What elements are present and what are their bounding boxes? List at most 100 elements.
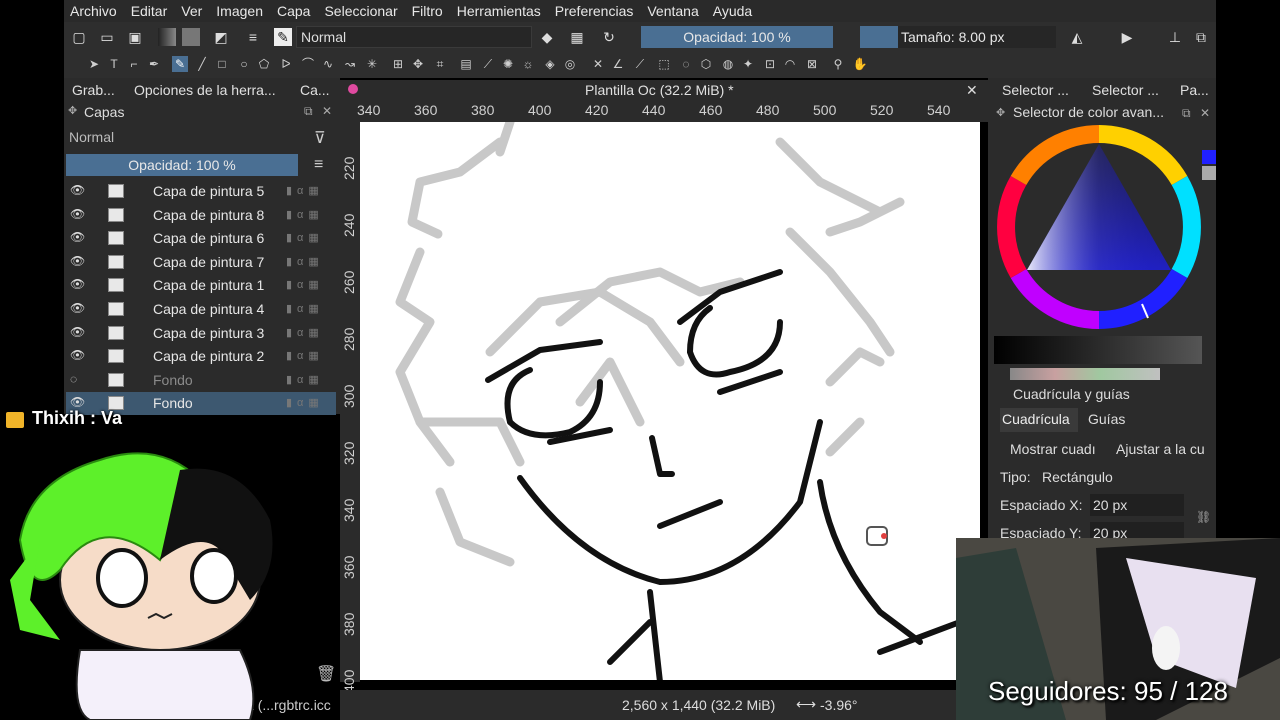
eye-hidden-icon[interactable]: ◌ xyxy=(70,372,77,386)
canvas-only-icon[interactable]: ⧉ xyxy=(1192,28,1210,46)
link-spacing-icon[interactable]: ⛓ xyxy=(1196,510,1211,524)
layer-menu-icon[interactable]: ≡ xyxy=(314,156,323,174)
dock-handle-icon[interactable]: ✥ xyxy=(68,104,77,117)
color-swap-icon[interactable]: ◩ xyxy=(212,28,230,46)
drawing-canvas[interactable] xyxy=(360,122,980,680)
layer-row[interactable]: 👁 Capa de pintura 7 ▮α▦ xyxy=(66,251,336,274)
menu-item-0[interactable]: Archivo xyxy=(70,3,117,19)
delete-layer-icon[interactable]: 🗑 xyxy=(316,664,336,684)
freehand-path-tool-icon[interactable]: ∿ xyxy=(320,56,336,72)
mirror-vertical-icon[interactable]: ▶ xyxy=(1118,28,1136,46)
polyline-tool-icon[interactable]: ᐅ xyxy=(278,56,294,72)
eraser-mode-icon[interactable]: ◆ xyxy=(538,28,556,46)
freehand-select-tool-icon[interactable]: ◍ xyxy=(720,56,736,72)
layer-row[interactable]: 👁 Capa de pintura 5 ▮α▦ xyxy=(66,180,336,203)
rectangle-tool-icon[interactable]: □ xyxy=(214,56,230,72)
dynamic-brush-tool-icon[interactable]: ↝ xyxy=(342,56,358,72)
menu-item-6[interactable]: Filtro xyxy=(412,3,443,19)
select-shapes-tool-icon[interactable]: ➤ xyxy=(86,56,102,72)
eye-icon[interactable]: 👁 xyxy=(70,277,85,291)
tab-guides[interactable]: Guías xyxy=(1088,411,1125,427)
layer-properties-icons[interactable]: ▮α▦ xyxy=(286,208,324,221)
layer-properties-icons[interactable]: ▮α▦ xyxy=(286,184,324,197)
layer-row[interactable]: 👁 Capa de pintura 1 ▮α▦ xyxy=(66,274,336,297)
contiguous-select-tool-icon[interactable]: ✦ xyxy=(740,56,756,72)
menu-item-2[interactable]: Ver xyxy=(181,3,202,19)
gradient-tool-icon[interactable]: ▤ xyxy=(458,56,474,72)
pan-tool-icon[interactable]: ✋ xyxy=(852,56,868,72)
recent-colors-bar[interactable] xyxy=(1010,368,1160,380)
color-wheel[interactable] xyxy=(996,124,1202,330)
dock-handle-icon-right[interactable]: ✥ xyxy=(996,106,1005,119)
layer-row[interactable]: ◌ Fondo ▮α▦ xyxy=(66,369,336,392)
multibrush-tool-icon[interactable]: ✳ xyxy=(364,56,380,72)
eye-icon[interactable]: 👁 xyxy=(70,183,85,197)
transform-tool-icon[interactable]: ⊞ xyxy=(390,56,406,72)
text-tool-icon[interactable]: T xyxy=(106,56,122,72)
polygon-tool-icon[interactable]: ⬠ xyxy=(256,56,272,72)
layer-row[interactable]: 👁 Capa de pintura 8 ▮α▦ xyxy=(66,204,336,227)
assistant-tool-icon[interactable]: ✕ xyxy=(590,56,606,72)
eye-icon[interactable]: 👁 xyxy=(70,301,85,315)
magnetic-select-tool-icon[interactable]: ⊠ xyxy=(804,56,820,72)
spacing-y-input[interactable]: 20 px xyxy=(1090,522,1184,538)
show-grid-checkbox[interactable]: Mostrar cuadı xyxy=(1010,441,1096,457)
freehand-brush-tool-icon[interactable]: ✎ xyxy=(172,56,188,72)
reload-preset-icon[interactable]: ↻ xyxy=(600,28,618,46)
gradient-preset-icon[interactable] xyxy=(158,28,176,46)
layer-properties-icons[interactable]: ▮α▦ xyxy=(286,373,324,386)
rect-select-tool-icon[interactable]: ⬚ xyxy=(656,56,672,72)
blend-mode-select[interactable]: Normal xyxy=(296,26,532,48)
menu-item-4[interactable]: Capa xyxy=(277,3,310,19)
grid-type-select[interactable]: Rectángulo xyxy=(1040,466,1210,488)
background-color-swatch[interactable] xyxy=(1202,166,1216,180)
zoom-tool-icon[interactable]: ⚲ xyxy=(830,56,846,72)
menu-item-1[interactable]: Editar xyxy=(131,3,168,19)
eye-icon[interactable]: 👁 xyxy=(70,348,85,362)
dock-tab-layers[interactable]: Ca... xyxy=(300,82,330,98)
ellipse-select-tool-icon[interactable]: ◌ xyxy=(678,56,694,72)
close-panel-icon[interactable]: ✕ xyxy=(322,104,332,118)
brush-settings-icon[interactable]: ≡ xyxy=(244,28,262,46)
snap-grid-checkbox[interactable]: Ajustar a la cu xyxy=(1116,441,1205,457)
save-icon[interactable]: ▣ xyxy=(126,28,144,46)
dock-tab-palette[interactable]: Pa... xyxy=(1180,82,1209,98)
fill-tool-icon[interactable]: ◈ xyxy=(542,56,558,72)
color-sampler-tool-icon[interactable]: ⟋ xyxy=(480,56,496,72)
enclose-fill-tool-icon[interactable]: ◎ xyxy=(562,56,578,72)
close-document-icon[interactable]: ✕ xyxy=(966,82,978,99)
wrap-around-icon[interactable]: ⊥ xyxy=(1166,28,1184,46)
eye-icon[interactable]: 👁 xyxy=(70,325,85,339)
layer-properties-icons[interactable]: ▮α▦ xyxy=(286,231,324,244)
menu-item-10[interactable]: Ayuda xyxy=(713,3,752,19)
rotation-value[interactable]: -3.96° xyxy=(820,697,858,713)
layer-properties-icons[interactable]: ▮α▦ xyxy=(286,396,324,409)
layer-row[interactable]: 👁 Capa de pintura 4 ▮α▦ xyxy=(66,298,336,321)
dock-tab-selector-2[interactable]: Selector ... xyxy=(1092,82,1159,98)
pattern-preset-icon[interactable] xyxy=(182,28,200,46)
float-color-panel-icon[interactable]: ⧉ xyxy=(1182,106,1191,121)
crop-tool-icon[interactable]: ⌗ xyxy=(432,56,448,72)
layer-properties-icons[interactable]: ▮α▦ xyxy=(286,278,324,291)
eye-icon[interactable]: 👁 xyxy=(70,230,85,244)
menu-item-9[interactable]: Ventana xyxy=(647,3,698,19)
contiguous-fill-tool-icon[interactable]: ☼ xyxy=(520,56,536,72)
dock-tab-tool-options[interactable]: Opciones de la herra... xyxy=(134,82,276,98)
brush-preset-icon[interactable]: ✎ xyxy=(274,28,292,46)
smart-patch-tool-icon[interactable]: ✺ xyxy=(500,56,516,72)
layer-opacity-slider[interactable]: Opacidad: 100 % xyxy=(66,154,298,176)
brush-opacity-slider[interactable]: Opacidad: 100 % xyxy=(641,26,833,48)
ellipse-tool-icon[interactable]: ○ xyxy=(236,56,252,72)
open-document-icon[interactable]: ▭ xyxy=(98,28,116,46)
close-color-panel-icon[interactable]: ✕ xyxy=(1200,106,1210,120)
document-title-tab[interactable]: Plantilla Oc (32.2 MiB) * xyxy=(585,82,734,98)
layer-properties-icons[interactable]: ▮α▦ xyxy=(286,326,324,339)
eye-icon[interactable]: 👁 xyxy=(70,207,85,221)
filter-icon[interactable]: ⊽ xyxy=(314,128,326,148)
menu-item-3[interactable]: Imagen xyxy=(216,3,263,19)
new-document-icon[interactable]: ▢ xyxy=(70,28,88,46)
dock-tab-selector-1[interactable]: Selector ... xyxy=(1002,82,1069,98)
edit-shapes-tool-icon[interactable]: ⌐ xyxy=(126,56,142,72)
similar-select-tool-icon[interactable]: ⊡ xyxy=(762,56,778,72)
layer-properties-icons[interactable]: ▮α▦ xyxy=(286,255,324,268)
